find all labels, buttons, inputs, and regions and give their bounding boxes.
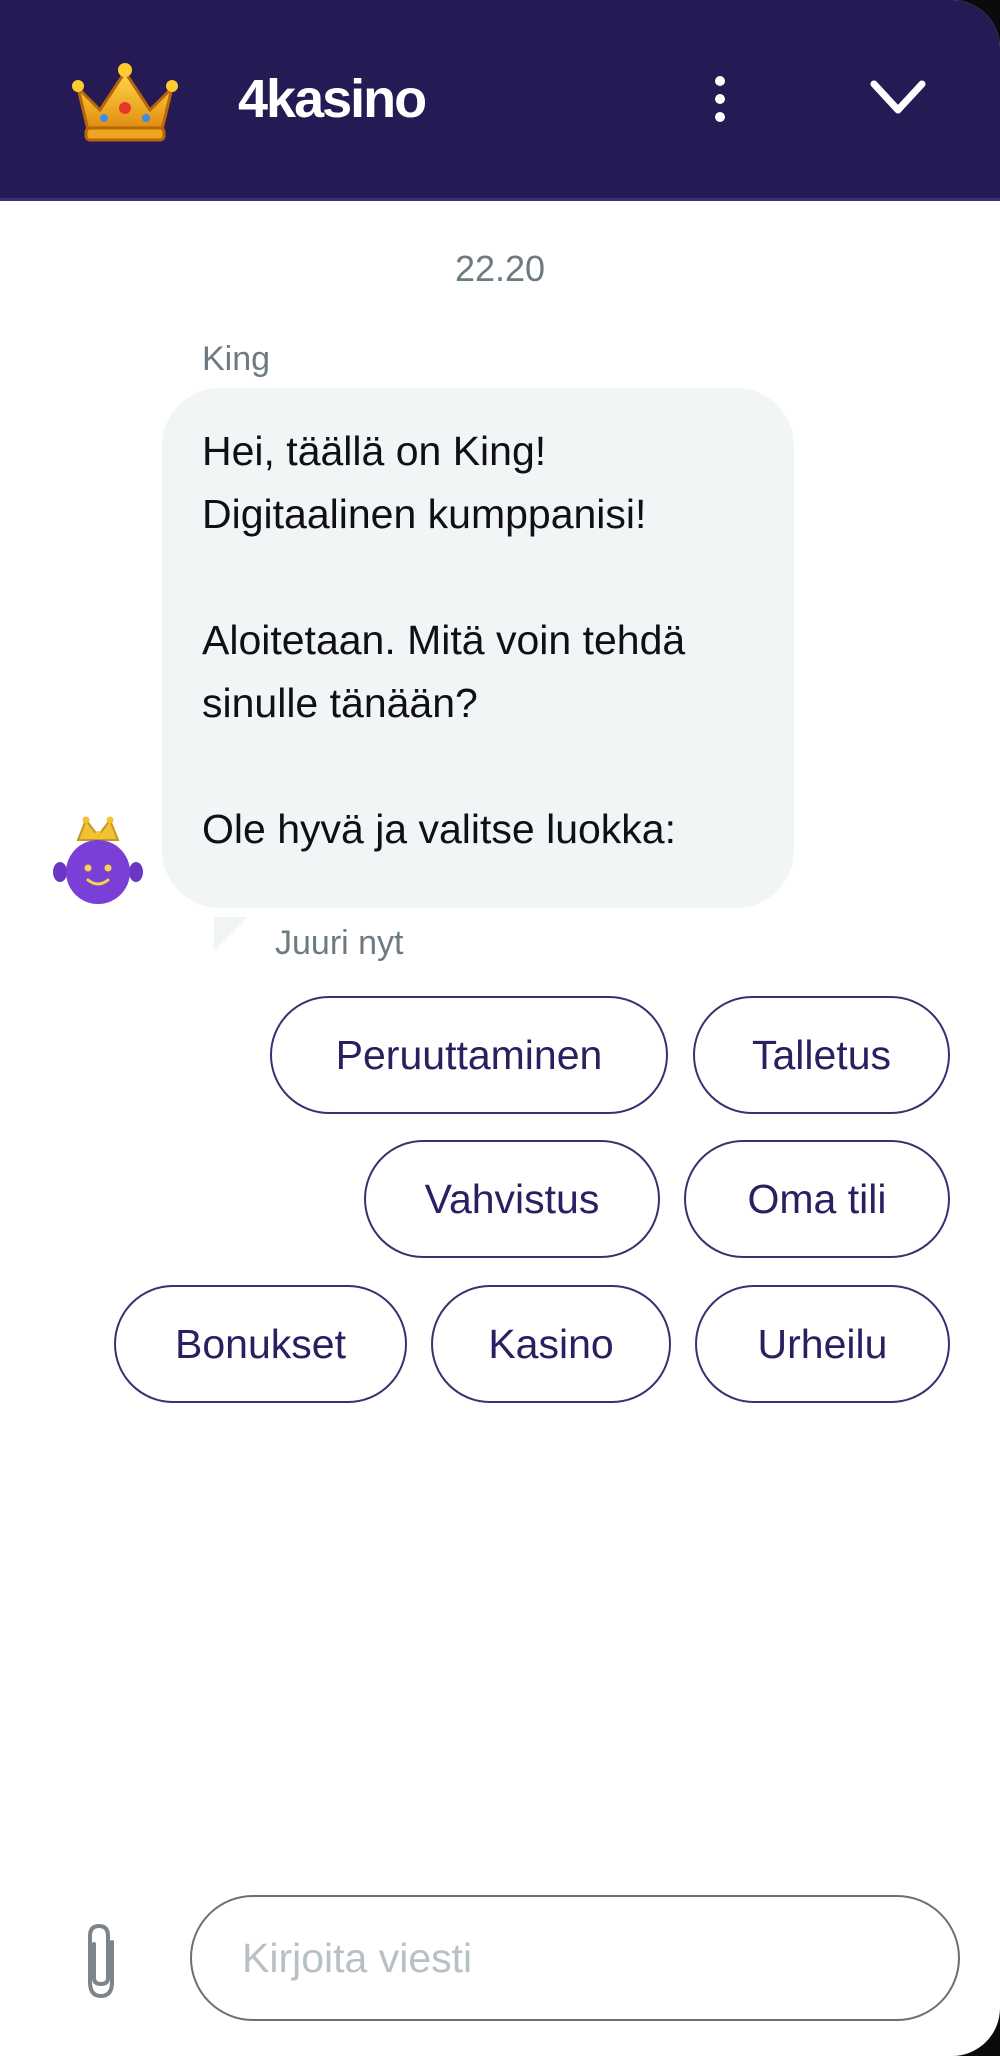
message-line: Aloitetaan. Mitä voin tehdä: [202, 617, 686, 663]
chat-timestamp: 22.20: [454, 248, 546, 289]
chat-widget: 4kasino 22.20 King Hei, täällä on King! …: [0, 0, 1000, 2056]
message-line: Hei, täällä on King!: [202, 428, 547, 474]
bot-avatar-icon: [53, 816, 143, 904]
more-options-button[interactable]: [700, 70, 740, 130]
message-line: Ole hyvä ja valitse luokka:: [202, 806, 677, 852]
bubble-tail: [214, 917, 248, 951]
message-line: sinulle tänään?: [202, 680, 478, 726]
message-line: Digitaalinen kumppanisi!: [202, 491, 647, 537]
paperclip-icon[interactable]: [78, 1920, 124, 2002]
quick-reply-talletus[interactable]: Talletus: [693, 996, 950, 1114]
more-vertical-icon: [715, 76, 725, 86]
quick-reply-bonukset[interactable]: Bonukset: [114, 1285, 407, 1403]
quick-reply-urheilu[interactable]: Urheilu: [695, 1285, 950, 1403]
message-time: Juuri nyt: [275, 924, 404, 962]
quick-reply-peruuttaminen[interactable]: Peruuttaminen: [270, 996, 668, 1114]
chat-header: 4kasino: [0, 0, 1000, 201]
app-title: 4kasino: [238, 69, 427, 129]
crown-icon: [72, 63, 178, 142]
message-bubble: Hei, täällä on King! Digitaalinen kumppa…: [162, 388, 794, 908]
quick-reply-oma-tili[interactable]: Oma tili: [684, 1140, 950, 1258]
message-input[interactable]: [190, 1895, 960, 2021]
message-sender: King: [202, 340, 271, 378]
quick-reply-kasino[interactable]: Kasino: [431, 1285, 671, 1403]
chevron-down-icon[interactable]: [868, 72, 928, 122]
quick-reply-vahvistus[interactable]: Vahvistus: [364, 1140, 660, 1258]
